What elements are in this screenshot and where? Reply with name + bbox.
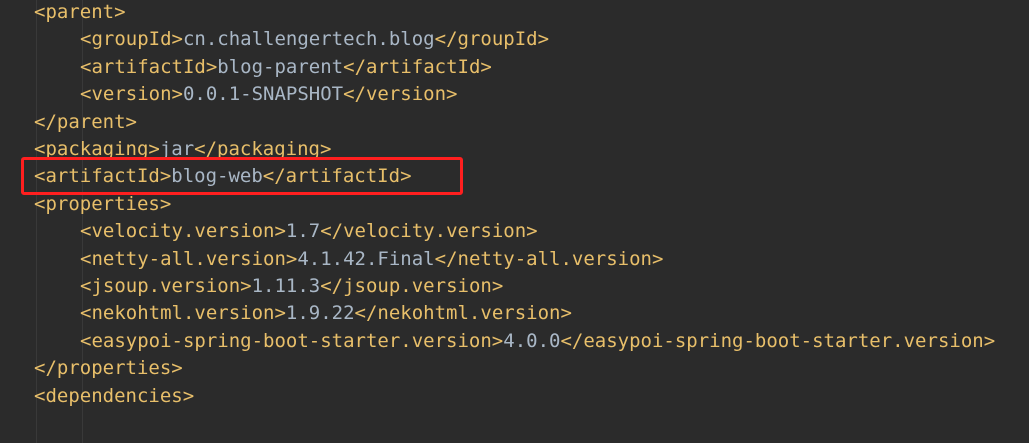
highlight-box <box>21 157 463 195</box>
xml-close-tag: </artifactId> <box>343 55 492 78</box>
xml-open-tag: <artifactId> <box>80 55 218 78</box>
xml-value: 0.0.1-SNAPSHOT <box>182 83 344 106</box>
xml-open-tag: <velocity.version> <box>80 220 286 243</box>
xml-close-tag: </netty-all.version> <box>434 247 664 270</box>
xml-open-tag: <jsoup.version> <box>80 275 252 297</box>
code-line[interactable]: <velocity.version>1.7</velocity.version> <box>80 218 538 245</box>
xml-open-tag: <groupId> <box>80 28 183 51</box>
xml-open-tag: <properties> <box>34 192 172 215</box>
xml-open-tag: </properties> <box>34 357 183 380</box>
code-editor[interactable]: <parent> <groupId>cn.challengertech.blog<… <box>0 0 1029 443</box>
xml-value: 1.11.3 <box>251 275 321 297</box>
xml-open-tag: <netty-all.version> <box>80 247 298 270</box>
xml-close-tag: </velocity.version> <box>320 220 538 243</box>
xml-value: blog-parent <box>217 55 344 78</box>
xml-close-tag: </easypoi-spring-boot-starter.version> <box>560 329 996 352</box>
code-line[interactable]: <nekohtml.version>1.9.22</nekohtml.versi… <box>80 300 572 327</box>
xml-close-tag: </groupId> <box>434 28 550 51</box>
code-line[interactable]: <easypoi-spring-boot-starter.version>4.0… <box>80 328 995 355</box>
xml-close-tag: </jsoup.version> <box>320 275 504 297</box>
xml-value: 1.7 <box>285 220 321 243</box>
xml-value: 4.1.42.Final <box>297 247 435 270</box>
code-line[interactable]: <jsoup.version>1.11.3</jsoup.version> <box>80 273 503 300</box>
code-line[interactable]: <netty-all.version>4.1.42.Final</netty-a… <box>80 246 663 273</box>
xml-open-tag: <version> <box>80 83 183 106</box>
code-line[interactable]: </properties> <box>34 355 183 382</box>
code-line[interactable]: <version>0.0.1-SNAPSHOT</version> <box>80 81 458 108</box>
xml-open-tag: <dependencies> <box>34 384 195 407</box>
code-line[interactable]: </parent> <box>34 109 137 136</box>
code-line[interactable]: <parent> <box>34 0 126 26</box>
xml-value: cn.challengertech.blog <box>182 28 435 51</box>
xml-close-tag: </version> <box>343 83 458 106</box>
xml-open-tag: <easypoi-spring-boot-starter.version> <box>80 329 504 352</box>
xml-open-tag: <nekohtml.version> <box>80 302 286 325</box>
xml-open-tag: </parent> <box>34 110 137 133</box>
xml-close-tag: </nekohtml.version> <box>354 302 572 325</box>
code-line[interactable]: <groupId>cn.challengertech.blog</groupId… <box>80 26 549 53</box>
code-line[interactable]: <dependencies> <box>34 383 194 410</box>
xml-open-tag: <parent> <box>34 1 126 23</box>
xml-value: 1.9.22 <box>285 302 355 325</box>
xml-value: 4.0.0 <box>503 329 561 352</box>
code-line[interactable]: <artifactId>blog-parent</artifactId> <box>80 54 492 81</box>
